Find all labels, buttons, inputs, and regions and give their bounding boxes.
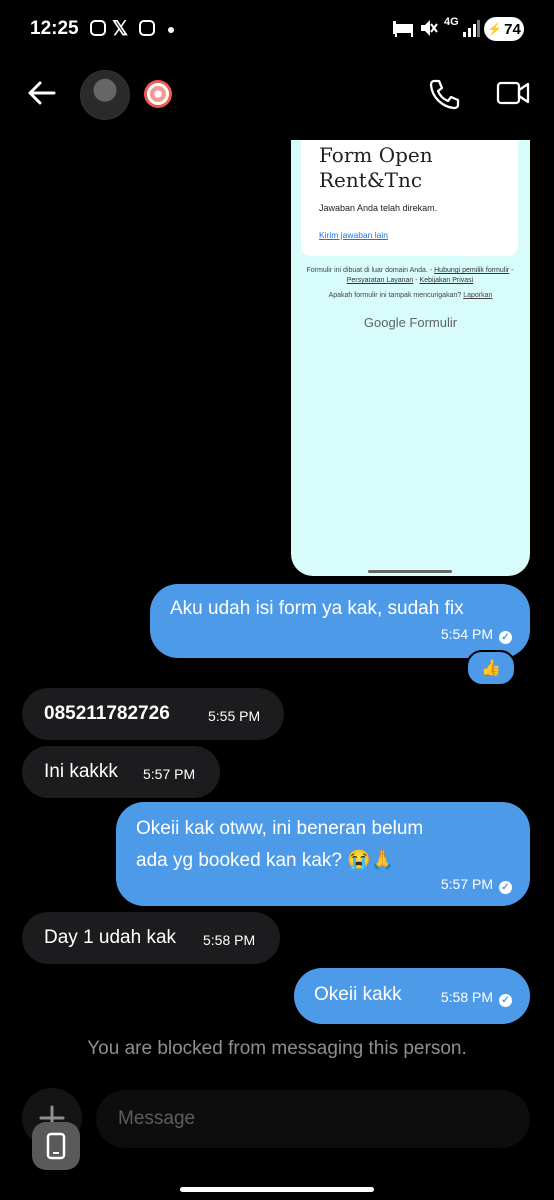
message-placeholder: Message (118, 1108, 196, 1129)
message-text: Day 1 udah kak (44, 927, 177, 948)
message-time-text: 5:57 PM (440, 876, 493, 892)
form-title: Form Open Rent&Tnc (319, 143, 433, 192)
smartphone-icon (46, 1132, 66, 1160)
message-time: 5:55 PM (208, 708, 261, 724)
message-bubble-in[interactable]: 085211782726 5:55 PM (22, 688, 284, 740)
response-recorded-text: Jawaban Anda telah direkam. (319, 203, 438, 213)
message-text: Okeii kakk (314, 984, 402, 1005)
signal-icon (463, 20, 480, 37)
message-text: 085211782726 (44, 703, 170, 724)
terms-link: Persyaratan Layanan (346, 277, 414, 284)
thumbs-up-icon: 👍 (481, 660, 501, 677)
form-footer: Formulir ini dibuat di luar domain Anda.… (305, 266, 515, 286)
x-app-icon: 𝕏 (112, 18, 129, 40)
message-bubble-out[interactable]: Aku udah isi form ya kak, sudah fix 5:54… (150, 584, 530, 658)
read-check-icon: ✓ (499, 631, 512, 644)
message-time: 5:58 PM ✓ (441, 989, 512, 1007)
message-time: 5:57 PM (143, 766, 196, 782)
video-camera-icon[interactable] (496, 80, 530, 106)
network-type: 4G (444, 16, 459, 28)
privacy-link: Kebijakan Privasi (419, 277, 474, 284)
message-bubble-out[interactable]: Okeii kak otww, ini beneran belum ada yg… (116, 802, 530, 906)
submit-another-link: Kirim jawaban lain (319, 230, 388, 240)
message-time: 5:58 PM (203, 932, 256, 948)
footer-separator: - (509, 267, 514, 274)
footer-text: Formulir ini dibuat di luar domain Anda.… (306, 267, 433, 274)
suspicious-text: Apakah formulir ini tampak mencurigakan? (328, 292, 462, 299)
message-text-line1: Okeii kak otww, ini beneran belum (136, 818, 424, 839)
battery-indicator: ⚡ 74 (484, 17, 524, 41)
mute-icon (421, 20, 438, 36)
phone-overlay-button[interactable] (32, 1122, 80, 1170)
battery-level: 74 (504, 20, 521, 38)
message-input[interactable]: Message (96, 1090, 530, 1148)
gesture-bar (368, 570, 452, 573)
shared-screenshot[interactable]: Form Open Rent&Tnc Jawaban Anda telah di… (291, 140, 530, 576)
message-time: 5:54 PM ✓ (441, 626, 512, 644)
message-bubble-in[interactable]: Ini kakkk 5:57 PM (22, 746, 220, 798)
instagram-icon (139, 20, 155, 36)
status-time: 12:25 (30, 18, 79, 39)
contact-owner-link: Hubungi pemilik formulir (434, 267, 510, 274)
sleep-mode-icon (393, 21, 413, 37)
message-text: Ini kakkk (44, 761, 118, 782)
google-forms-logo: Google Formulir (363, 315, 458, 330)
read-check-icon: ✓ (499, 881, 512, 894)
blocked-notice: You are blocked from messaging this pers… (87, 1038, 467, 1059)
message-text-line2: ada yg booked kan kak? 😭🙏 (136, 850, 395, 871)
form-card: Form Open Rent&Tnc Jawaban Anda telah di… (301, 140, 518, 256)
message-bubble-out[interactable]: Okeii kakk 5:58 PM ✓ (294, 968, 530, 1024)
suspicious-notice: Apakah formulir ini tampak mencurigakan?… (291, 292, 530, 299)
arrow-left-icon[interactable] (26, 80, 56, 106)
read-check-icon: ✓ (499, 994, 512, 1007)
charging-icon: ⚡ (487, 22, 503, 36)
message-bubble-in[interactable]: Day 1 udah kak 5:58 PM (22, 912, 280, 964)
message-time-text: 5:54 PM (440, 626, 493, 642)
reaction-badge[interactable]: 👍 (466, 650, 516, 686)
instagram-icon (90, 20, 106, 36)
avatar[interactable] (80, 70, 130, 120)
message-text: Aku udah isi form ya kak, sudah fix (170, 598, 464, 619)
message-time-text: 5:58 PM (440, 989, 493, 1005)
phone-icon[interactable] (428, 78, 460, 110)
notification-dot-icon (168, 27, 174, 33)
nazar-amulet-icon (144, 80, 172, 108)
report-link: Laporkan (463, 292, 493, 299)
message-time: 5:57 PM ✓ (441, 876, 512, 894)
home-indicator[interactable] (180, 1187, 374, 1192)
